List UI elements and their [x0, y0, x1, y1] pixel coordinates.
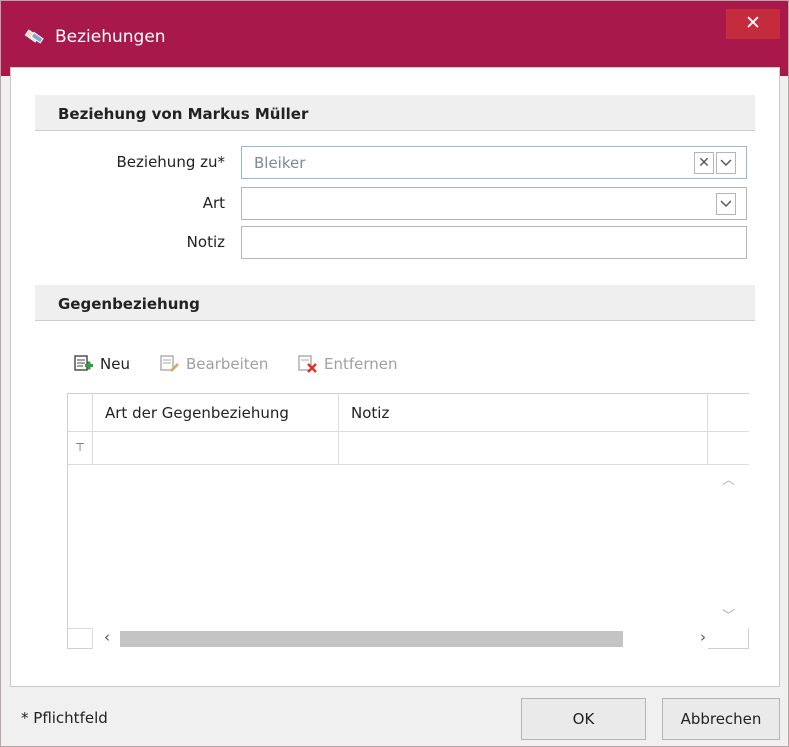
relation-to-value: Bleiker [254, 154, 306, 172]
new-button-label: Neu [100, 355, 130, 373]
type-label: Art [202, 194, 225, 212]
clear-icon[interactable]: ✕ [694, 152, 714, 174]
counter-relation-grid: Art der Gegenbeziehung Notiz ⊤ ︿ ﹀ ‹ › [67, 393, 749, 649]
column-header-type[interactable]: Art der Gegenbeziehung [93, 394, 339, 432]
column-header-filler [708, 394, 749, 432]
scroll-down-icon[interactable]: ﹀ [722, 605, 735, 624]
new-button[interactable]: Neu [74, 355, 130, 373]
window-title: Beziehungen [55, 27, 166, 47]
relation-to-combobox[interactable]: Bleiker ✕ [241, 146, 747, 179]
row-header-bottom [68, 628, 93, 649]
filter-cell-filler [708, 432, 749, 465]
relation-to-label: Beziehung zu* [116, 153, 225, 171]
vertical-scrollbar[interactable]: ︿ ﹀ [708, 465, 749, 628]
scroll-up-icon[interactable]: ︿ [722, 469, 735, 488]
chevron-down-icon[interactable] [716, 152, 736, 174]
dialog-window: Beziehungen ✕ Beziehung von Markus Mülle… [0, 0, 789, 747]
note-label: Notiz [186, 233, 225, 251]
close-button[interactable]: ✕ [726, 9, 780, 39]
row-header-corner [68, 394, 93, 432]
horizontal-scroll-thumb[interactable] [120, 631, 623, 647]
close-icon: ✕ [745, 12, 761, 34]
section-heading-counter-relation: Gegenbeziehung [35, 285, 755, 321]
note-input[interactable] [241, 226, 747, 259]
remove-button-label: Entfernen [324, 355, 398, 373]
filter-cell-type[interactable] [93, 432, 339, 465]
scroll-right-icon[interactable]: › [700, 628, 706, 646]
horizontal-scrollbar[interactable]: ‹ › [93, 628, 708, 649]
filter-icon[interactable]: ⊤ [68, 432, 93, 465]
add-row-icon [74, 355, 94, 373]
title-bar: Beziehungen [1, 1, 788, 76]
filter-cell-note[interactable] [339, 432, 708, 465]
edit-button[interactable]: Bearbeiten [160, 355, 268, 373]
ok-button[interactable]: OK [521, 698, 646, 740]
relations-app-icon [23, 25, 47, 49]
chevron-down-icon[interactable] [716, 193, 736, 215]
scroll-left-icon[interactable]: ‹ [104, 628, 110, 646]
remove-button[interactable]: Entfernen [298, 355, 398, 373]
column-header-note[interactable]: Notiz [339, 394, 708, 432]
edit-row-icon [160, 355, 180, 373]
required-field-note: * Pflichtfeld [21, 709, 108, 727]
edit-button-label: Bearbeiten [186, 355, 269, 373]
remove-row-icon [298, 355, 318, 373]
cancel-button[interactable]: Abbrechen [662, 698, 780, 740]
type-dropdown[interactable] [241, 187, 747, 220]
section-heading-relation: Beziehung von Markus Müller [35, 95, 755, 131]
